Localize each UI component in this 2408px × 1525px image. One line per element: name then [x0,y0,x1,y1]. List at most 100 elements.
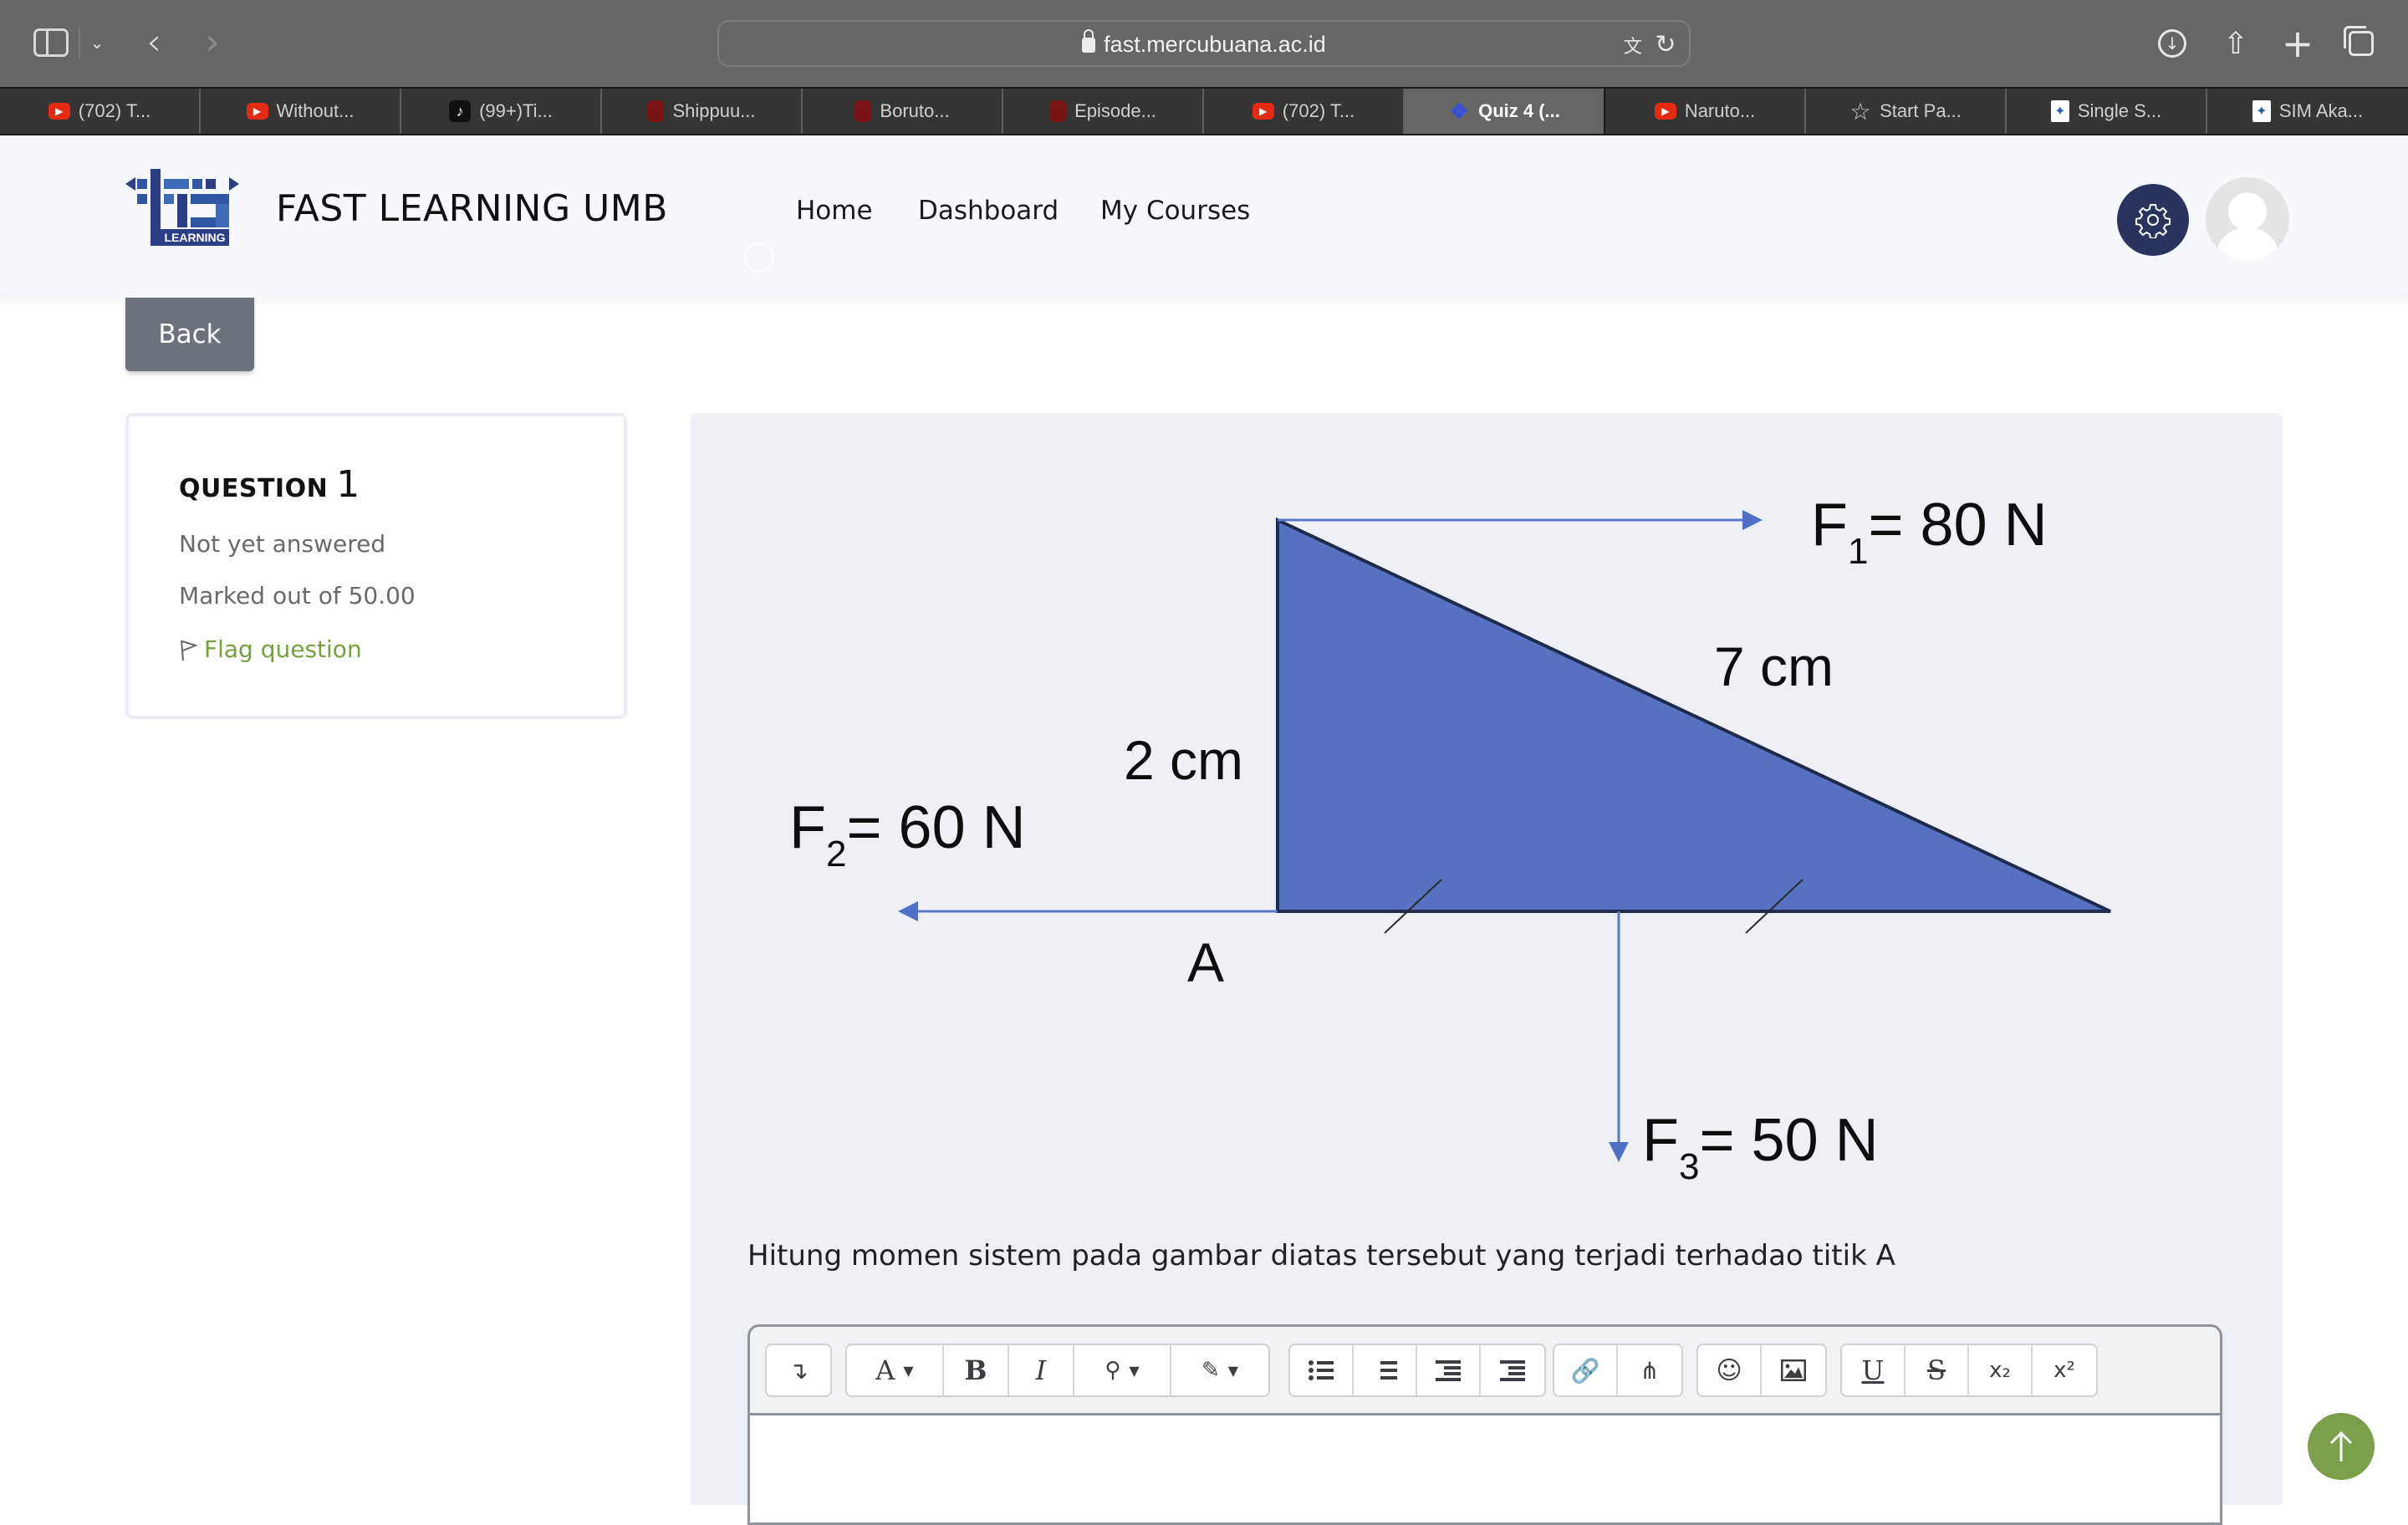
numbered-list-button[interactable] [1354,1345,1417,1395]
url-text: fast.mercubuana.ac.id [1104,32,1326,57]
tab-label: Naruto... [1684,100,1756,121]
f3-label: F3= 50 N [1642,1107,1879,1187]
emoji-button[interactable]: ☺ [1698,1345,1762,1395]
browser-tab[interactable]: ✦ Single S... [2007,89,2207,134]
back-button[interactable]: Back [125,298,254,371]
youtube-icon: ▶ [48,103,70,120]
sidebar-toggle-icon[interactable] [33,28,69,57]
tab-label: SIM Aka... [2278,100,2364,121]
subscript-button[interactable]: x₂ [1969,1345,2033,1395]
italic-button[interactable]: I [1009,1345,1074,1395]
unlink-button[interactable]: ⋔ [1618,1345,1681,1395]
back-arrow-icon[interactable]: ‹ [139,21,169,64]
indent-icon [1500,1360,1525,1381]
tab-label: (702) T... [1282,100,1355,121]
settings-button[interactable] [2117,184,2189,256]
bullet-list-button[interactable] [1290,1345,1354,1395]
lock-icon [1082,29,1096,53]
browser-tab[interactable]: ▶ Naruto... [1605,89,1806,134]
f1-arrowhead [1742,510,1763,530]
umb-icon: ✦ [2252,100,2271,122]
question-label: QUESTION [179,474,329,503]
link-button[interactable]: 🔗 [1554,1345,1618,1395]
browser-tab[interactable]: ❖ Quiz 4 (... [1405,89,1605,134]
tab-overview-icon[interactable] [2341,23,2381,64]
share-icon[interactable]: ⇧ [2216,23,2256,64]
manga-icon [1049,100,1067,122]
unlink-icon: ⋔ [1640,1356,1660,1385]
browser-tab[interactable]: ▶ (702) T... [0,89,201,134]
tab-label: Single S... [2077,100,2162,121]
superscript-button[interactable]: x² [2033,1345,2096,1395]
answer-textarea[interactable] [750,1415,2220,1522]
arrow-up-icon [2329,1431,2353,1461]
paint-button[interactable]: ✎ ▼ [1171,1345,1268,1395]
underline-button[interactable]: U [1842,1345,1905,1395]
show-more-button[interactable]: ↴ [767,1345,830,1395]
bold-button[interactable]: B [944,1345,1009,1395]
image-button[interactable] [1762,1345,1825,1395]
site-logo[interactable]: LEARNING [125,169,239,246]
tab-strip: ▶ (702) T... ▶ Without... ♪ (99+)Ti... Shippuu… [0,87,2408,135]
tab-label: Shippuu... [672,100,756,121]
toolbar-group-toggle: ↴ [765,1344,832,1397]
question-info-card: QUESTION 1 Not yet answered Marked out of… [125,413,627,719]
translate-icon[interactable]: 文 [1617,32,1649,59]
browser-tab[interactable]: ✦ SIM Aka... [2207,89,2408,134]
link-icon: 🔗 [1570,1356,1600,1385]
flag-question-link[interactable]: Flag question [179,635,362,663]
toolbar-group-format: U S x₂ x² [1840,1344,2098,1397]
italic-icon: I [1035,1354,1047,1386]
youtube-icon: ▶ [246,103,268,120]
bold-icon: B [964,1354,987,1386]
browser-tab[interactable]: ▶ Without... [201,89,401,134]
site-header: LEARNING FAST LEARNING UMB Home Dashboar… [0,135,2408,298]
address-bar[interactable]: fast.mercubuana.ac.id 文 ↻ [717,20,1691,67]
editor-toolbar: ↴ A ▼ B I ⚲ ▼ ✎ ▼ 🔗 ⋔ ☺ U S x₂ x² [750,1327,2220,1415]
paintbrush-icon: ✎ [1201,1358,1220,1383]
site-brand[interactable]: FAST LEARNING UMB [276,187,668,230]
highlight-button[interactable]: ⚲ ▼ [1074,1345,1171,1395]
search-icon[interactable] [744,242,774,273]
browser-tab[interactable]: ♪ (99+)Ti... [401,89,602,134]
subscript-icon: x₂ [1989,1358,2011,1383]
reload-icon[interactable]: ↻ [1652,28,1679,60]
caret-down-icon: ▼ [1129,1362,1140,1379]
browser-tab[interactable]: Shippuu... [602,89,803,134]
triangle-body [1276,517,2111,913]
numbered-list-icon [1372,1360,1397,1380]
tab-label: (702) T... [78,100,151,121]
outdent-button[interactable] [1417,1345,1481,1395]
manga-icon [855,100,872,122]
user-avatar[interactable] [2206,177,2289,261]
browser-tab[interactable]: Boruto... [803,89,1003,134]
indent-button[interactable] [1481,1345,1544,1395]
new-tab-icon[interactable]: + [2278,21,2318,66]
url-display[interactable]: fast.mercubuana.ac.id [719,29,1689,58]
forward-arrow-icon[interactable]: › [197,21,227,64]
strikethrough-icon: S [1927,1354,1946,1386]
nav-dashboard[interactable]: Dashboard [918,196,1059,226]
chevron-down-icon[interactable]: ⌄ [87,28,107,57]
download-icon[interactable]: ↓ [2152,23,2192,64]
caret-down-icon: ▼ [903,1362,914,1379]
point-a-label: A [1187,931,1224,993]
quiz-icon: ❖ [1449,98,1469,124]
strikethrough-button[interactable]: S [1905,1345,1969,1395]
scroll-to-top-button[interactable] [2308,1413,2375,1480]
tab-label: Episode... [1074,100,1156,121]
font-color-button[interactable]: A ▼ [847,1345,944,1395]
lightbulb-icon: ⚲ [1105,1358,1121,1383]
nav-my-courses[interactable]: My Courses [1100,196,1250,226]
nav-home[interactable]: Home [796,196,873,226]
force-diagram: F1= 80 N 7 cm 2 cm F2= 60 N A F3= 50 N [789,492,2111,1187]
browser-tab[interactable]: ☆ Start Pa... [1806,89,2007,134]
browser-tab[interactable]: ▶ (702) T... [1204,89,1405,134]
flag-question-label: Flag question [204,635,362,663]
f2-label: F2= 60 N [789,794,1026,875]
browser-tab[interactable]: Episode... [1003,89,1204,134]
question-heading: QUESTION 1 [179,463,360,506]
youtube-icon: ▶ [1252,103,1274,120]
tab-label: Boruto... [880,100,950,121]
f2-arrowhead [898,901,918,921]
